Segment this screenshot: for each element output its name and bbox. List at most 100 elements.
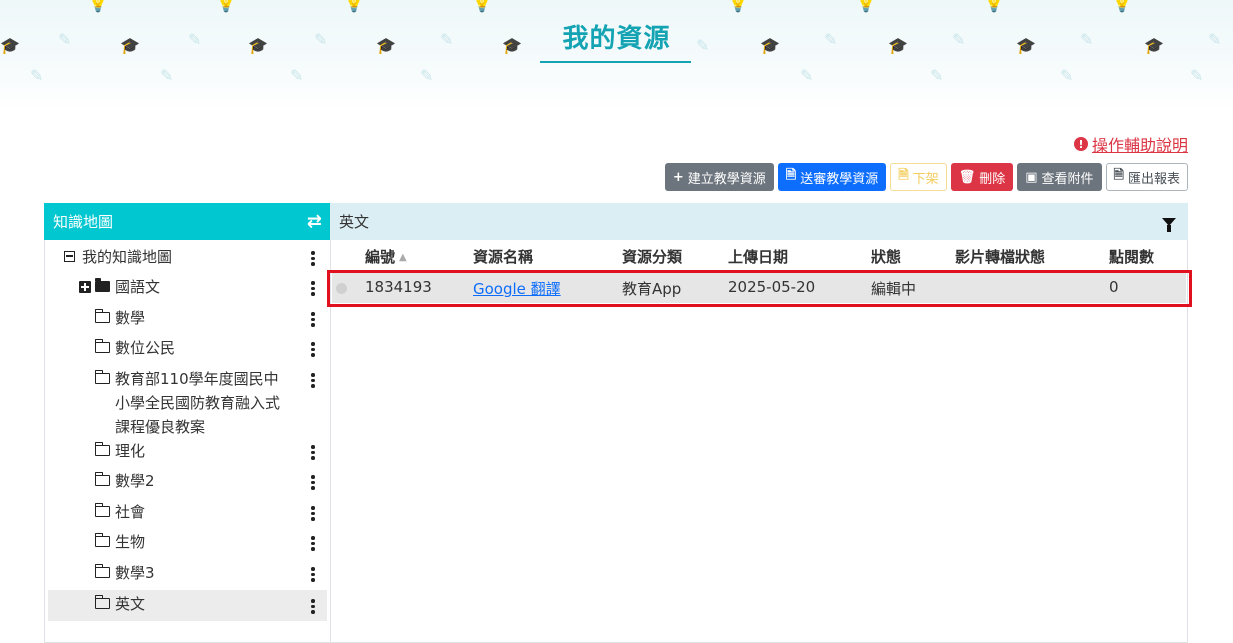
view-attachments-button[interactable]: ▣ 查看附件 <box>1017 163 1102 191</box>
lightbulb-icon: 💡 <box>1112 0 1132 13</box>
tree-item-chinese[interactable]: 國語文 <box>48 275 327 299</box>
tree-item-digital-citizen[interactable]: 數位公民 <box>48 336 327 360</box>
column-header-views[interactable]: 點閱數 <box>1109 246 1154 267</box>
folder-icon <box>94 595 110 609</box>
folder-icon <box>94 564 110 578</box>
pencil-icon: ✎ <box>800 66 814 85</box>
submit-review-label: 送審教學資源 <box>800 171 879 187</box>
tree-item-biology[interactable]: 生物 <box>48 530 327 554</box>
kebab-menu-icon[interactable] <box>311 373 315 388</box>
export-report-label: 匯出報表 <box>1127 171 1180 187</box>
tree-item-math[interactable]: 數學 <box>48 306 327 330</box>
info-circle-icon: ! <box>1073 137 1088 151</box>
column-header-upload-date[interactable]: 上傳日期 <box>728 246 788 267</box>
tree-item-math2[interactable]: 數學2 <box>48 469 327 493</box>
kebab-menu-icon[interactable] <box>311 281 315 296</box>
lightbulb-icon: 💡 <box>984 0 1004 13</box>
column-header-status[interactable]: 狀態 <box>871 246 901 267</box>
tree-item-label: 教育部110學年度國民中小學全民國防教育融入式課程優良教案 <box>115 370 281 436</box>
folder-icon <box>94 472 110 486</box>
pencil-icon: ✎ <box>30 66 44 85</box>
tree-item-label: 數位公民 <box>115 339 176 357</box>
collapse-icon[interactable] <box>64 251 75 262</box>
title-underline <box>540 61 691 63</box>
help-link-label: 操作輔助說明 <box>1091 136 1188 155</box>
tree-item-label: 數學3 <box>115 564 155 582</box>
folder-icon <box>94 442 110 456</box>
toolbar: + 建立教學資源 🗎 送審教學資源 🗎 下架 🗑 刪除 ▣ 查看附件 🗎 匯出報… <box>664 163 1188 191</box>
pencil-icon: ✎ <box>1060 66 1074 85</box>
file-download-icon: 🗎 <box>898 168 909 183</box>
folder-icon <box>94 533 110 547</box>
kebab-menu-icon[interactable] <box>311 567 315 582</box>
file-excel-icon: 🗎 <box>1113 168 1124 183</box>
pencil-icon: ✎ <box>420 66 434 85</box>
kebab-menu-icon[interactable] <box>311 251 315 266</box>
tree-item-physics-chemistry[interactable]: 理化 <box>48 439 327 463</box>
tree-item-label: 社會 <box>115 503 146 521</box>
create-resource-label: 建立教學資源 <box>687 171 766 187</box>
unpublish-button[interactable]: 🗎 下架 <box>890 163 947 191</box>
folder-icon <box>94 503 110 517</box>
column-header-label: 編號 <box>365 248 396 266</box>
row-highlight-box <box>327 270 1192 307</box>
knowledge-map-header: 知識地圖 ⇄ <box>44 203 331 240</box>
column-header-id[interactable]: 編號 ▲ <box>365 246 407 267</box>
delete-label: 刪除 <box>979 171 1006 187</box>
export-report-button[interactable]: 🗎 匯出報表 <box>1105 163 1188 191</box>
unpublish-label: 下架 <box>912 171 939 187</box>
pencil-icon: ✎ <box>1190 66 1204 85</box>
pencil-icon: ✎ <box>290 66 304 85</box>
resource-table-panel <box>330 203 1188 643</box>
tree-item-label: 生物 <box>115 533 146 551</box>
folder-icon <box>94 370 110 384</box>
filter-icon[interactable] <box>1162 217 1176 232</box>
kebab-menu-icon[interactable] <box>311 475 315 490</box>
tree-root-item[interactable]: 我的知識地圖 <box>48 245 327 269</box>
kebab-menu-icon[interactable] <box>311 536 315 551</box>
column-header-name[interactable]: 資源名稱 <box>473 246 533 267</box>
tree-item-label: 數學 <box>115 309 146 327</box>
swap-icon[interactable]: ⇄ <box>307 211 322 232</box>
tree-item-math3[interactable]: 數學3 <box>48 561 327 585</box>
page-title: 我的資源 <box>562 24 671 54</box>
lightbulb-icon: 💡 <box>728 0 748 13</box>
pencil-icon: ✎ <box>930 66 944 85</box>
file-upload-icon: 🗎 <box>785 168 797 183</box>
category-bar: 英文 <box>330 203 1188 240</box>
tree-item-english[interactable]: 英文 <box>48 590 327 621</box>
tree-item-moe-lesson[interactable]: 教育部110學年度國民中小學全民國防教育融入式課程優良教案 <box>48 367 327 439</box>
plus-icon: + <box>672 169 684 185</box>
view-attachments-label: 查看附件 <box>1041 171 1094 187</box>
knowledge-map-title: 知識地圖 <box>53 213 114 231</box>
lightbulb-icon: 💡 <box>472 0 492 13</box>
category-title: 英文 <box>339 213 370 231</box>
submit-review-button[interactable]: 🗎 送審教學資源 <box>777 163 887 191</box>
kebab-menu-icon[interactable] <box>311 506 315 521</box>
tree-item-social[interactable]: 社會 <box>48 500 327 524</box>
tree-item-label: 數學2 <box>115 472 155 490</box>
images-icon: ▣ <box>1025 169 1038 185</box>
lightbulb-icon: 💡 <box>344 0 364 13</box>
kebab-menu-icon[interactable] <box>311 445 315 460</box>
tree-item-label: 國語文 <box>115 278 161 296</box>
pencil-icon: ✎ <box>160 66 174 85</box>
delete-button[interactable]: 🗑 刪除 <box>950 163 1014 191</box>
expand-icon[interactable] <box>79 281 91 293</box>
folder-icon <box>94 309 110 323</box>
create-resource-button[interactable]: + 建立教學資源 <box>664 163 774 191</box>
trash-icon: 🗑 <box>958 169 976 185</box>
kebab-menu-icon[interactable] <box>311 599 315 614</box>
lightbulb-icon: 💡 <box>856 0 876 13</box>
lightbulb-icon: 💡 <box>88 0 108 13</box>
kebab-menu-icon[interactable] <box>311 312 315 327</box>
header-banner: 💡 💡 💡 💡 💡 💡 💡 💡 🎓 ✎ 🎓 ✎ 🎓 ✎ 🎓 ✎ 🎓 ✎ 🎓 ✎ … <box>0 0 1233 110</box>
sort-asc-icon: ▲ <box>399 252 407 263</box>
help-link[interactable]: ! 操作輔助說明 <box>1073 132 1188 156</box>
column-header-video-status[interactable]: 影片轉檔狀態 <box>955 246 1045 267</box>
folder-icon <box>95 278 110 292</box>
tree-item-label: 英文 <box>115 595 146 613</box>
kebab-menu-icon[interactable] <box>311 342 315 357</box>
tree-root-label: 我的知識地圖 <box>82 248 173 266</box>
column-header-category[interactable]: 資源分類 <box>622 246 682 267</box>
